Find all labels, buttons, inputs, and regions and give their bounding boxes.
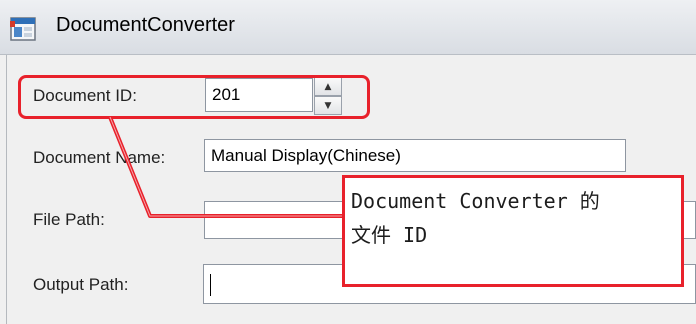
- output-path-label: Output Path:: [33, 275, 129, 294]
- window-border: [6, 55, 7, 324]
- document-name-input[interactable]: Manual Display(Chinese): [204, 139, 626, 172]
- annotation-line-2: 文件 ID: [351, 223, 428, 247]
- text-cursor: [210, 273, 211, 296]
- document-name-label: Document Name:: [33, 148, 166, 167]
- annotation-callout: Document Converter 的 文件 ID: [342, 175, 684, 287]
- title-bar[interactable]: DocumentConverter: [0, 0, 696, 55]
- file-path-label: File Path:: [33, 210, 105, 229]
- document-converter-window: DocumentConverter Document ID: 201 ▲ ▼ D…: [0, 0, 696, 324]
- annotation-line-1: Document Converter 的: [351, 189, 600, 213]
- window-title: DocumentConverter: [56, 14, 235, 36]
- app-window-icon: [10, 17, 36, 41]
- highlight-box: [18, 75, 370, 119]
